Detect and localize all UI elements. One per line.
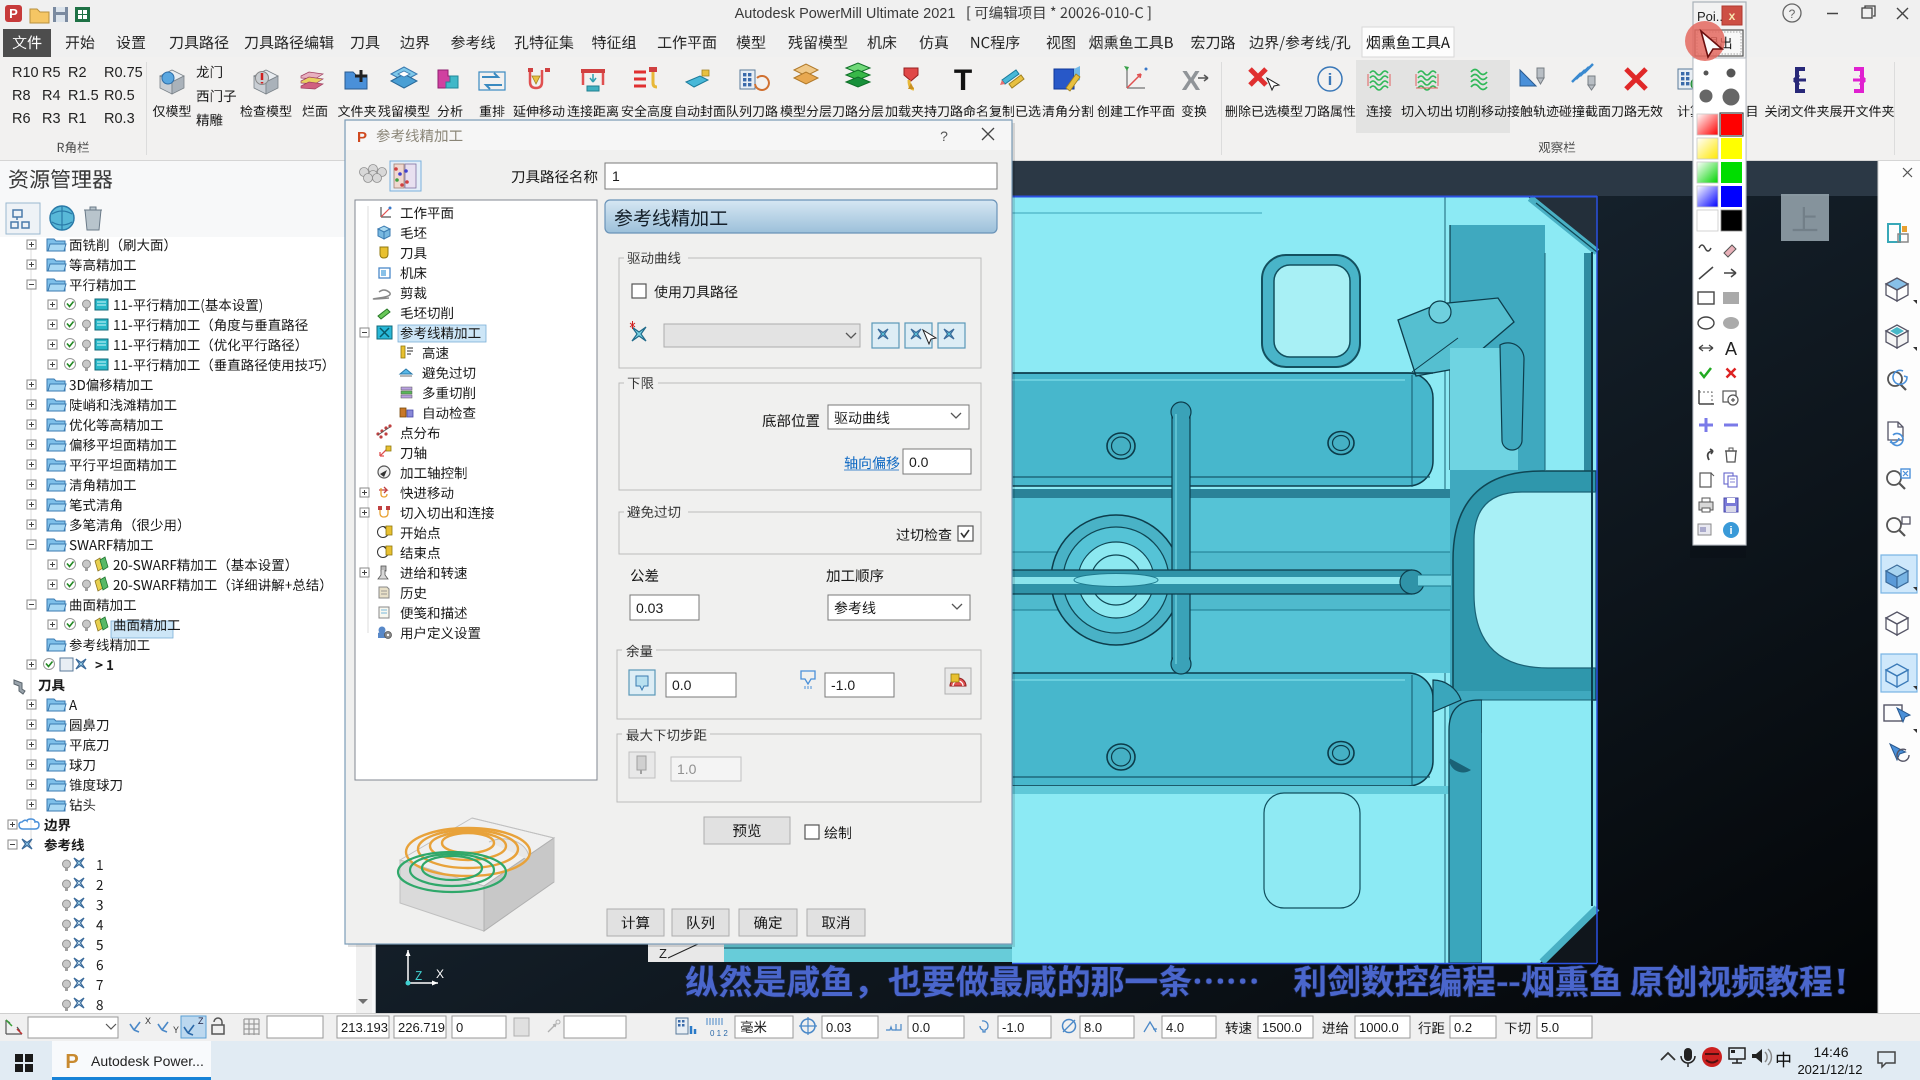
- svg-text:T: T: [954, 64, 972, 97]
- svg-text:R1.5: R1.5: [68, 88, 99, 104]
- svg-text:0: 0: [456, 1020, 463, 1035]
- svg-text:?: ?: [1789, 7, 1796, 21]
- svg-text:P: P: [357, 129, 367, 146]
- svg-text:R0.5: R0.5: [104, 88, 135, 104]
- svg-text:?: ?: [940, 128, 948, 144]
- svg-text:0.0: 0.0: [912, 1020, 930, 1035]
- svg-text:-1.0: -1.0: [831, 677, 855, 693]
- svg-text:0 1 2: 0 1 2: [710, 1029, 728, 1038]
- svg-text:Z: Z: [659, 946, 667, 961]
- svg-text:1500.0: 1500.0: [1262, 1020, 1302, 1035]
- svg-text:2021/12/12: 2021/12/12: [1797, 1062, 1862, 1077]
- svg-text:i: i: [1729, 525, 1732, 537]
- svg-text:14:46: 14:46: [1813, 1044, 1848, 1060]
- svg-text:1: 1: [612, 168, 620, 184]
- svg-text:X: X: [436, 967, 444, 981]
- svg-text:R8: R8: [12, 88, 31, 104]
- svg-text:R6: R6: [12, 111, 31, 127]
- svg-text:213.193: 213.193: [341, 1020, 388, 1035]
- svg-text:A: A: [1725, 339, 1737, 359]
- svg-text:Autodesk PowerMill Ultimate 20: Autodesk PowerMill Ultimate 2021: [735, 6, 956, 22]
- svg-text:x: x: [1729, 9, 1736, 23]
- svg-text:P: P: [65, 1051, 78, 1073]
- svg-text:i: i: [1328, 70, 1333, 89]
- svg-text:R10: R10: [12, 65, 39, 81]
- svg-text:R1: R1: [68, 111, 87, 127]
- svg-text:X: X: [1182, 65, 1201, 96]
- svg-text:R2: R2: [68, 65, 87, 81]
- svg-text:1000.0: 1000.0: [1359, 1020, 1399, 1035]
- svg-text:1.0: 1.0: [677, 761, 697, 777]
- svg-text:R0.75: R0.75: [104, 65, 143, 81]
- svg-text:-1.0: -1.0: [1002, 1020, 1024, 1035]
- svg-text:0.03: 0.03: [636, 600, 663, 616]
- svg-text:Z: Z: [198, 1016, 204, 1026]
- svg-text:R4: R4: [42, 88, 61, 104]
- svg-text:0.0: 0.0: [672, 677, 692, 693]
- svg-text:4.0: 4.0: [1166, 1020, 1184, 1035]
- svg-text:R0.3: R0.3: [104, 111, 135, 127]
- svg-text:P: P: [9, 6, 18, 21]
- svg-text:0.0: 0.0: [909, 454, 929, 470]
- svg-text:0.03: 0.03: [826, 1020, 851, 1035]
- svg-text:R3: R3: [42, 111, 61, 127]
- svg-text:5.0: 5.0: [1541, 1020, 1559, 1035]
- svg-text:R5: R5: [42, 65, 61, 81]
- svg-text:Y: Y: [173, 1025, 179, 1035]
- svg-text:0.2: 0.2: [1454, 1020, 1472, 1035]
- svg-text:226.719: 226.719: [398, 1020, 445, 1035]
- svg-text:8.0: 8.0: [1084, 1020, 1102, 1035]
- svg-text:X: X: [145, 1016, 151, 1026]
- svg-text:Autodesk Power...: Autodesk Power...: [91, 1053, 204, 1069]
